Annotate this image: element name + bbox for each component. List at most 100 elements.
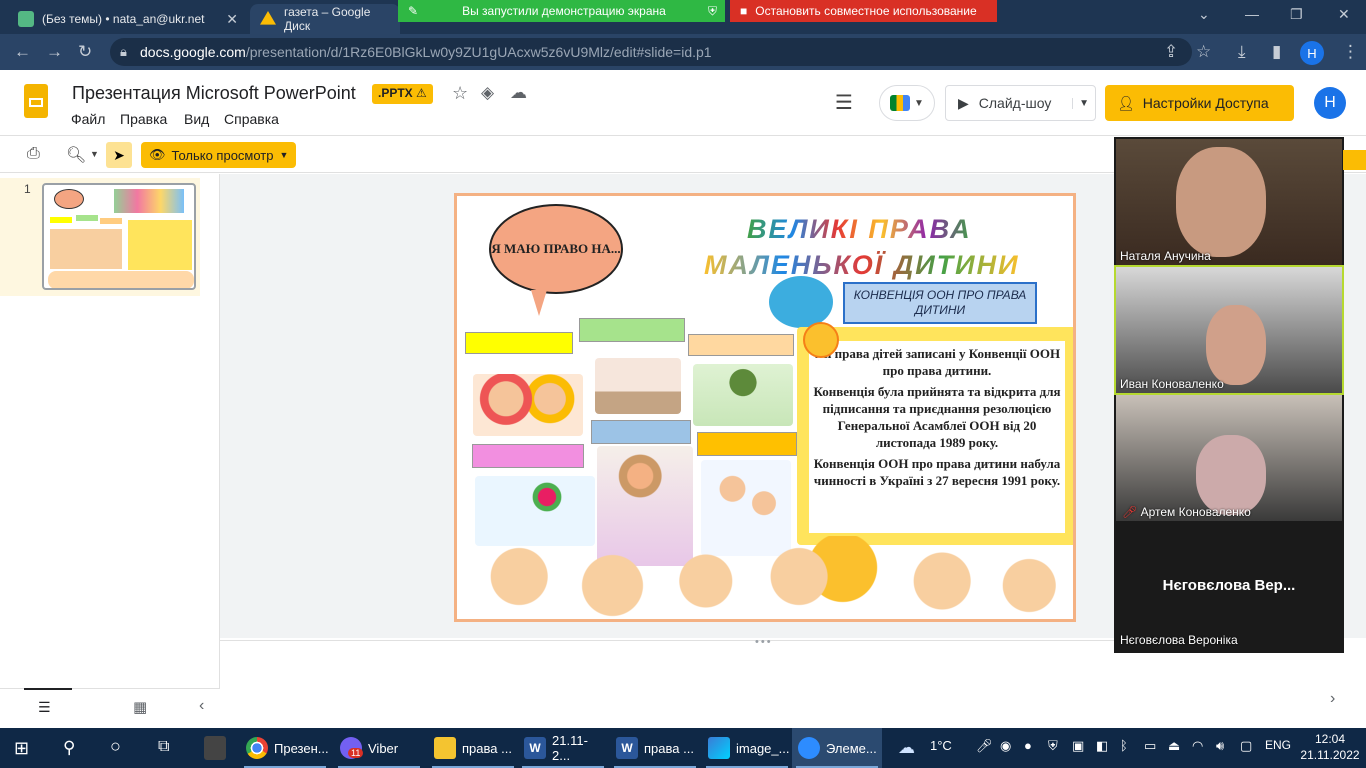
share-access-button[interactable]: 👤︎ Настройки Доступа bbox=[1105, 85, 1294, 121]
microphone-icon[interactable]: 🎤︎ bbox=[976, 738, 993, 754]
participant-tile[interactable]: 🎤︎ Артем Коноваленко bbox=[1116, 395, 1342, 521]
paragraph-2: Конвенція була прийнята та відкрита для … bbox=[813, 384, 1061, 450]
volume-icon[interactable]: 🔊︎ bbox=[1216, 738, 1224, 754]
reload-icon[interactable]: ↻ bbox=[78, 42, 92, 62]
participant-tile[interactable]: Наталя Анучина bbox=[1116, 139, 1342, 265]
collapse-filmstrip-icon[interactable]: ‹ bbox=[199, 697, 204, 715]
back-icon[interactable]: ← bbox=[14, 42, 31, 62]
menu-view[interactable]: Вид bbox=[184, 111, 209, 127]
zoom-icon[interactable]: 🔍︎ bbox=[66, 145, 86, 165]
account-avatar[interactable]: H bbox=[1314, 87, 1346, 119]
weather-temperature[interactable]: 1°C bbox=[930, 738, 952, 753]
slide-title-line1: ВЕЛИКІ ПРАВА bbox=[747, 214, 972, 244]
taskbar-app-folder[interactable]: права ... bbox=[428, 728, 518, 768]
clock[interactable]: 12:04 21.11.2022 bbox=[1298, 731, 1362, 763]
green-app-tray-icon[interactable]: ▣ bbox=[1072, 738, 1084, 754]
bluetooth-icon[interactable]: ᛒ bbox=[1120, 738, 1128, 753]
participant-tile[interactable]: Нєговєлова Вер... Нєговєлова Вероніка bbox=[1116, 523, 1342, 649]
taskbar-app-chrome[interactable]: Презен... bbox=[240, 728, 330, 768]
download-icon[interactable]: ⤓ bbox=[1238, 42, 1246, 62]
paragraph-3: Конвенція ООН про права дитини набула чи… bbox=[813, 456, 1061, 488]
browser-menu-icon[interactable]: ⋮ bbox=[1342, 42, 1359, 62]
profile-avatar[interactable]: H bbox=[1300, 41, 1324, 65]
cloud-tail bbox=[531, 290, 547, 316]
video-panel: Наталя Анучина Иван Коноваленко 🎤︎ Артем… bbox=[1114, 137, 1344, 653]
meet-tray-icon[interactable]: ◧ bbox=[1096, 738, 1108, 754]
taskbar-app-label: image_... bbox=[736, 740, 790, 756]
address-bar[interactable]: docs.google.com/presentation/d/1Rz6E0BlG… bbox=[110, 38, 1192, 66]
slide-number: 1 bbox=[24, 182, 31, 196]
star-icon[interactable]: ☆ bbox=[452, 83, 468, 104]
usb-icon[interactable]: ⏏ bbox=[1168, 738, 1180, 754]
pptx-badge-label: .PPTX bbox=[378, 86, 413, 100]
print-icon[interactable]: ⎙ bbox=[27, 145, 40, 163]
maximize-icon[interactable]: ❐ bbox=[1290, 6, 1303, 23]
menu-help[interactable]: Справка bbox=[224, 111, 279, 127]
task-view-icon[interactable]: ⧉ bbox=[158, 738, 169, 756]
search-icon[interactable]: ⚲ bbox=[63, 738, 75, 758]
slide-thumbnail[interactable] bbox=[42, 183, 196, 290]
share-page-icon[interactable]: ⇪ bbox=[1164, 42, 1178, 62]
slideshow-label: Слайд-шоу bbox=[978, 95, 1052, 111]
filmstrip-bottom-bar bbox=[0, 688, 220, 728]
participant-video bbox=[1196, 435, 1266, 515]
comments-icon[interactable]: ☰ bbox=[835, 90, 853, 115]
browser-tab-drive[interactable]: газета – Google Диск bbox=[250, 4, 400, 34]
cloud-status-icon[interactable]: ☁ bbox=[510, 83, 527, 103]
participant-name: Нєговєлова Вероніка bbox=[1120, 633, 1238, 647]
menu-file[interactable]: Файл bbox=[71, 111, 105, 127]
pptx-badge[interactable]: .PPTX ⚠ bbox=[372, 84, 433, 104]
stop-share-button[interactable]: ■ Остановить совместное использование bbox=[730, 0, 997, 22]
side-panel-expand-icon[interactable]: › bbox=[1330, 690, 1335, 708]
slideshow-dropdown-icon[interactable]: ▼ bbox=[1072, 97, 1095, 109]
viber-tray-icon[interactable]: ◉ bbox=[1000, 738, 1011, 754]
view-mode-button[interactable]: 👁︎ Только просмотр ▼ bbox=[141, 142, 297, 168]
battery-icon[interactable]: ▭ bbox=[1144, 738, 1156, 754]
wifi-icon[interactable]: ◠ bbox=[1192, 738, 1203, 754]
zoom-tray-icon[interactable]: ● bbox=[1024, 738, 1032, 753]
notification-icon[interactable]: ▢ bbox=[1240, 738, 1252, 754]
screen-share-text: Вы запустили демонстрацию экрана bbox=[462, 4, 666, 18]
weather-cloud-icon[interactable]: ☁ bbox=[898, 738, 915, 758]
input-language[interactable]: ENG bbox=[1265, 738, 1291, 752]
slideshow-button[interactable]: ▶ Слайд-шоу ▼ bbox=[945, 85, 1096, 121]
windows-start-icon[interactable]: ⊞ bbox=[14, 738, 29, 759]
taskbar-app-word-2[interactable]: W права ... bbox=[610, 728, 700, 768]
browser-tab-mail[interactable]: (Без темы) • nata_an@ukr.net ✕ bbox=[8, 4, 248, 34]
slides-logo-icon[interactable] bbox=[24, 84, 48, 118]
minimize-icon[interactable]: — bbox=[1245, 6, 1259, 22]
taskbar-app-zoom[interactable]: Элеме... bbox=[792, 728, 882, 768]
menu-edit[interactable]: Правка bbox=[120, 111, 167, 127]
eye-icon: 👁︎ bbox=[149, 147, 166, 162]
slide: Я МАЮ ПРАВО НА... ВЕЛИКІ ПРАВА МАЛЕНЬКОЇ… bbox=[454, 193, 1076, 622]
zoom-dropdown-icon[interactable]: ▼ bbox=[90, 149, 99, 159]
taskbar-app-label: права ... bbox=[644, 740, 694, 756]
lock-icon[interactable]: 🔒︎ bbox=[120, 44, 127, 60]
shield-tray-icon[interactable]: ⛨ bbox=[1048, 738, 1058, 754]
forward-icon[interactable]: → bbox=[46, 42, 63, 62]
notes-resize-handle[interactable]: ••• bbox=[755, 636, 773, 648]
grid-view-icon[interactable]: ▦ bbox=[133, 698, 147, 716]
taskbar-app-photos[interactable]: image_... bbox=[702, 728, 792, 768]
cortana-icon[interactable]: ○ bbox=[110, 736, 121, 757]
child-with-vegetables-image bbox=[595, 358, 681, 414]
url-path: /presentation/d/1Rz6E0BlGkLw0y9ZU1gUAcxw… bbox=[245, 44, 712, 60]
document-title[interactable]: Презентация Microsoft PowerPoint bbox=[72, 83, 356, 104]
play-icon: ▶ bbox=[958, 94, 969, 111]
speaker-notes[interactable] bbox=[220, 640, 1310, 728]
taskbar-app-viber[interactable]: 11 Viber bbox=[334, 728, 424, 768]
taskbar-app-word-1[interactable]: W 21.11-2... bbox=[518, 728, 608, 768]
taskbar-app-label: Viber bbox=[368, 740, 399, 756]
close-tab-icon[interactable]: ✕ bbox=[226, 11, 238, 28]
meet-button[interactable]: ▼ bbox=[879, 85, 935, 121]
filmstrip-view-icon[interactable]: ☰ bbox=[38, 699, 51, 716]
tab-search-chevron-icon[interactable]: ⌄ bbox=[1198, 6, 1210, 23]
bookmark-star-icon[interactable]: ☆ bbox=[1196, 42, 1211, 62]
move-folder-icon[interactable]: ◈ bbox=[481, 83, 494, 103]
color-label-box bbox=[697, 432, 797, 456]
close-window-icon[interactable]: ✕ bbox=[1338, 6, 1350, 23]
select-cursor-icon[interactable]: ➤ bbox=[106, 142, 132, 168]
participant-tile-active-speaker[interactable]: Иван Коноваленко bbox=[1114, 265, 1344, 395]
calculator-icon[interactable] bbox=[204, 736, 226, 760]
side-panel-icon[interactable]: ▮ bbox=[1272, 42, 1281, 62]
